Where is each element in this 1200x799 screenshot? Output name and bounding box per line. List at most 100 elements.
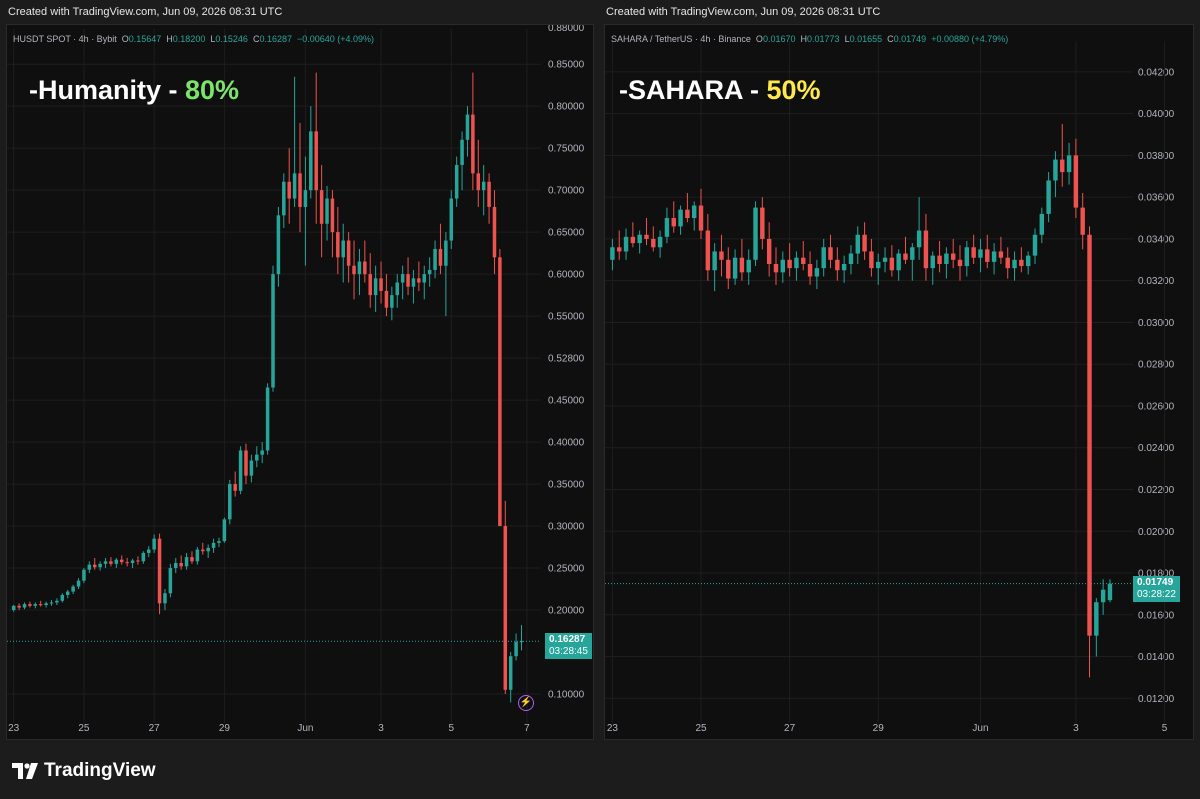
candle-body bbox=[739, 257, 745, 273]
x-tick-label: 23 bbox=[8, 723, 20, 734]
candle-body bbox=[292, 173, 297, 199]
candle bbox=[1066, 142, 1072, 185]
candle-body bbox=[44, 603, 48, 605]
candle bbox=[363, 240, 367, 283]
candle-body bbox=[1073, 155, 1079, 208]
candle-body bbox=[233, 484, 237, 491]
candle-body bbox=[60, 594, 65, 601]
candle bbox=[22, 602, 27, 610]
candle-body bbox=[49, 602, 54, 604]
candle bbox=[773, 247, 779, 285]
candle-body bbox=[773, 263, 779, 273]
candle-body bbox=[821, 247, 826, 269]
candle bbox=[44, 601, 48, 608]
candle bbox=[55, 598, 59, 605]
candle-body bbox=[964, 247, 970, 267]
y-tick-label: 0.02400 bbox=[1138, 443, 1175, 454]
candle bbox=[657, 230, 663, 258]
title-name: -SAHARA - bbox=[619, 75, 767, 105]
y-tick-label: 0.02200 bbox=[1138, 485, 1175, 496]
candle-body bbox=[644, 234, 649, 239]
candle bbox=[130, 558, 135, 569]
chart-panel-sahara[interactable]: 0.04200 0.04000 0.03800 0.03600 0.03400 0.032… bbox=[604, 24, 1194, 740]
candle-body bbox=[498, 257, 502, 527]
candle-body bbox=[481, 181, 486, 191]
candle-body bbox=[417, 278, 421, 283]
open-value: 0.01670 bbox=[762, 34, 796, 44]
candle-body bbox=[336, 232, 340, 258]
candle bbox=[978, 238, 983, 273]
sahara-candlestick-chart[interactable]: 0.04200 0.04000 0.03800 0.03600 0.03400 0.032… bbox=[605, 25, 1193, 739]
candle-body bbox=[438, 248, 443, 266]
candle bbox=[417, 261, 421, 291]
candle-body bbox=[794, 257, 799, 269]
candle bbox=[390, 286, 394, 321]
candle-body bbox=[390, 295, 394, 308]
y-tick-label: 0.60000 bbox=[548, 270, 585, 281]
humanity-candlestick-chart[interactable]: 0.85000 0.80000 0.75000 0.70000 0.65000 0.600… bbox=[7, 25, 593, 739]
candle bbox=[998, 236, 1004, 264]
candle-body bbox=[379, 278, 383, 291]
candle bbox=[1107, 579, 1113, 603]
candle-body bbox=[152, 538, 156, 550]
lightning-icon[interactable]: ⚡ bbox=[518, 695, 534, 711]
candle-body bbox=[276, 215, 281, 275]
candle bbox=[33, 602, 38, 609]
candle bbox=[60, 593, 65, 603]
candle-body bbox=[1005, 257, 1010, 269]
candle bbox=[481, 164, 486, 216]
candle bbox=[379, 261, 383, 304]
y-tick-label: 0.80000 bbox=[548, 102, 585, 113]
y-tick-label: 0.01400 bbox=[1138, 652, 1175, 663]
open-value: 0.15647 bbox=[128, 34, 162, 44]
candle bbox=[87, 561, 92, 574]
candle bbox=[406, 257, 410, 296]
candle-body bbox=[492, 206, 497, 258]
candle-body bbox=[103, 561, 108, 564]
candle-body bbox=[109, 561, 113, 564]
candle bbox=[691, 201, 697, 231]
candle-body bbox=[330, 198, 335, 233]
candle-body bbox=[406, 274, 410, 287]
candle bbox=[98, 561, 102, 571]
candle-body bbox=[76, 580, 81, 587]
candle bbox=[454, 156, 459, 207]
candle-body bbox=[630, 236, 636, 244]
candle-body bbox=[657, 236, 663, 248]
candle-body bbox=[1080, 207, 1085, 235]
candle-body bbox=[114, 559, 119, 564]
candle-body bbox=[357, 261, 362, 275]
candle-body bbox=[190, 557, 194, 562]
candle-body bbox=[309, 131, 313, 191]
candle-body bbox=[678, 209, 683, 227]
candle-body bbox=[780, 259, 786, 273]
candle bbox=[136, 556, 140, 565]
candle-body bbox=[732, 257, 738, 279]
candle-body bbox=[174, 563, 178, 569]
candle-body bbox=[671, 218, 676, 227]
candle bbox=[651, 226, 656, 252]
candle-body bbox=[508, 656, 513, 690]
candle-body bbox=[1046, 180, 1051, 214]
candle-body bbox=[1107, 583, 1113, 601]
candle bbox=[17, 603, 21, 611]
candle bbox=[103, 557, 108, 569]
y-tick-label: 0.40000 bbox=[548, 438, 585, 449]
chart-panel-humanity[interactable]: 0.85000 0.80000 0.75000 0.70000 0.65000 0.600… bbox=[6, 24, 594, 740]
candle-body bbox=[519, 641, 524, 643]
created-caption-left: Created with TradingView.com, Jun 09, 20… bbox=[8, 6, 283, 18]
candle-body bbox=[314, 131, 318, 191]
candle bbox=[821, 238, 826, 277]
candle-body bbox=[848, 253, 854, 264]
candle bbox=[174, 557, 178, 574]
candle-body bbox=[373, 278, 378, 296]
candle bbox=[503, 500, 508, 695]
y-tick-label: 0.03200 bbox=[1138, 276, 1175, 287]
candle-body bbox=[930, 255, 935, 269]
candle-body bbox=[651, 238, 656, 248]
last-price: 0.01749 bbox=[1137, 576, 1174, 588]
candle bbox=[114, 557, 119, 569]
candle bbox=[617, 230, 622, 260]
candle-body bbox=[726, 259, 731, 279]
candle-body bbox=[664, 218, 670, 237]
